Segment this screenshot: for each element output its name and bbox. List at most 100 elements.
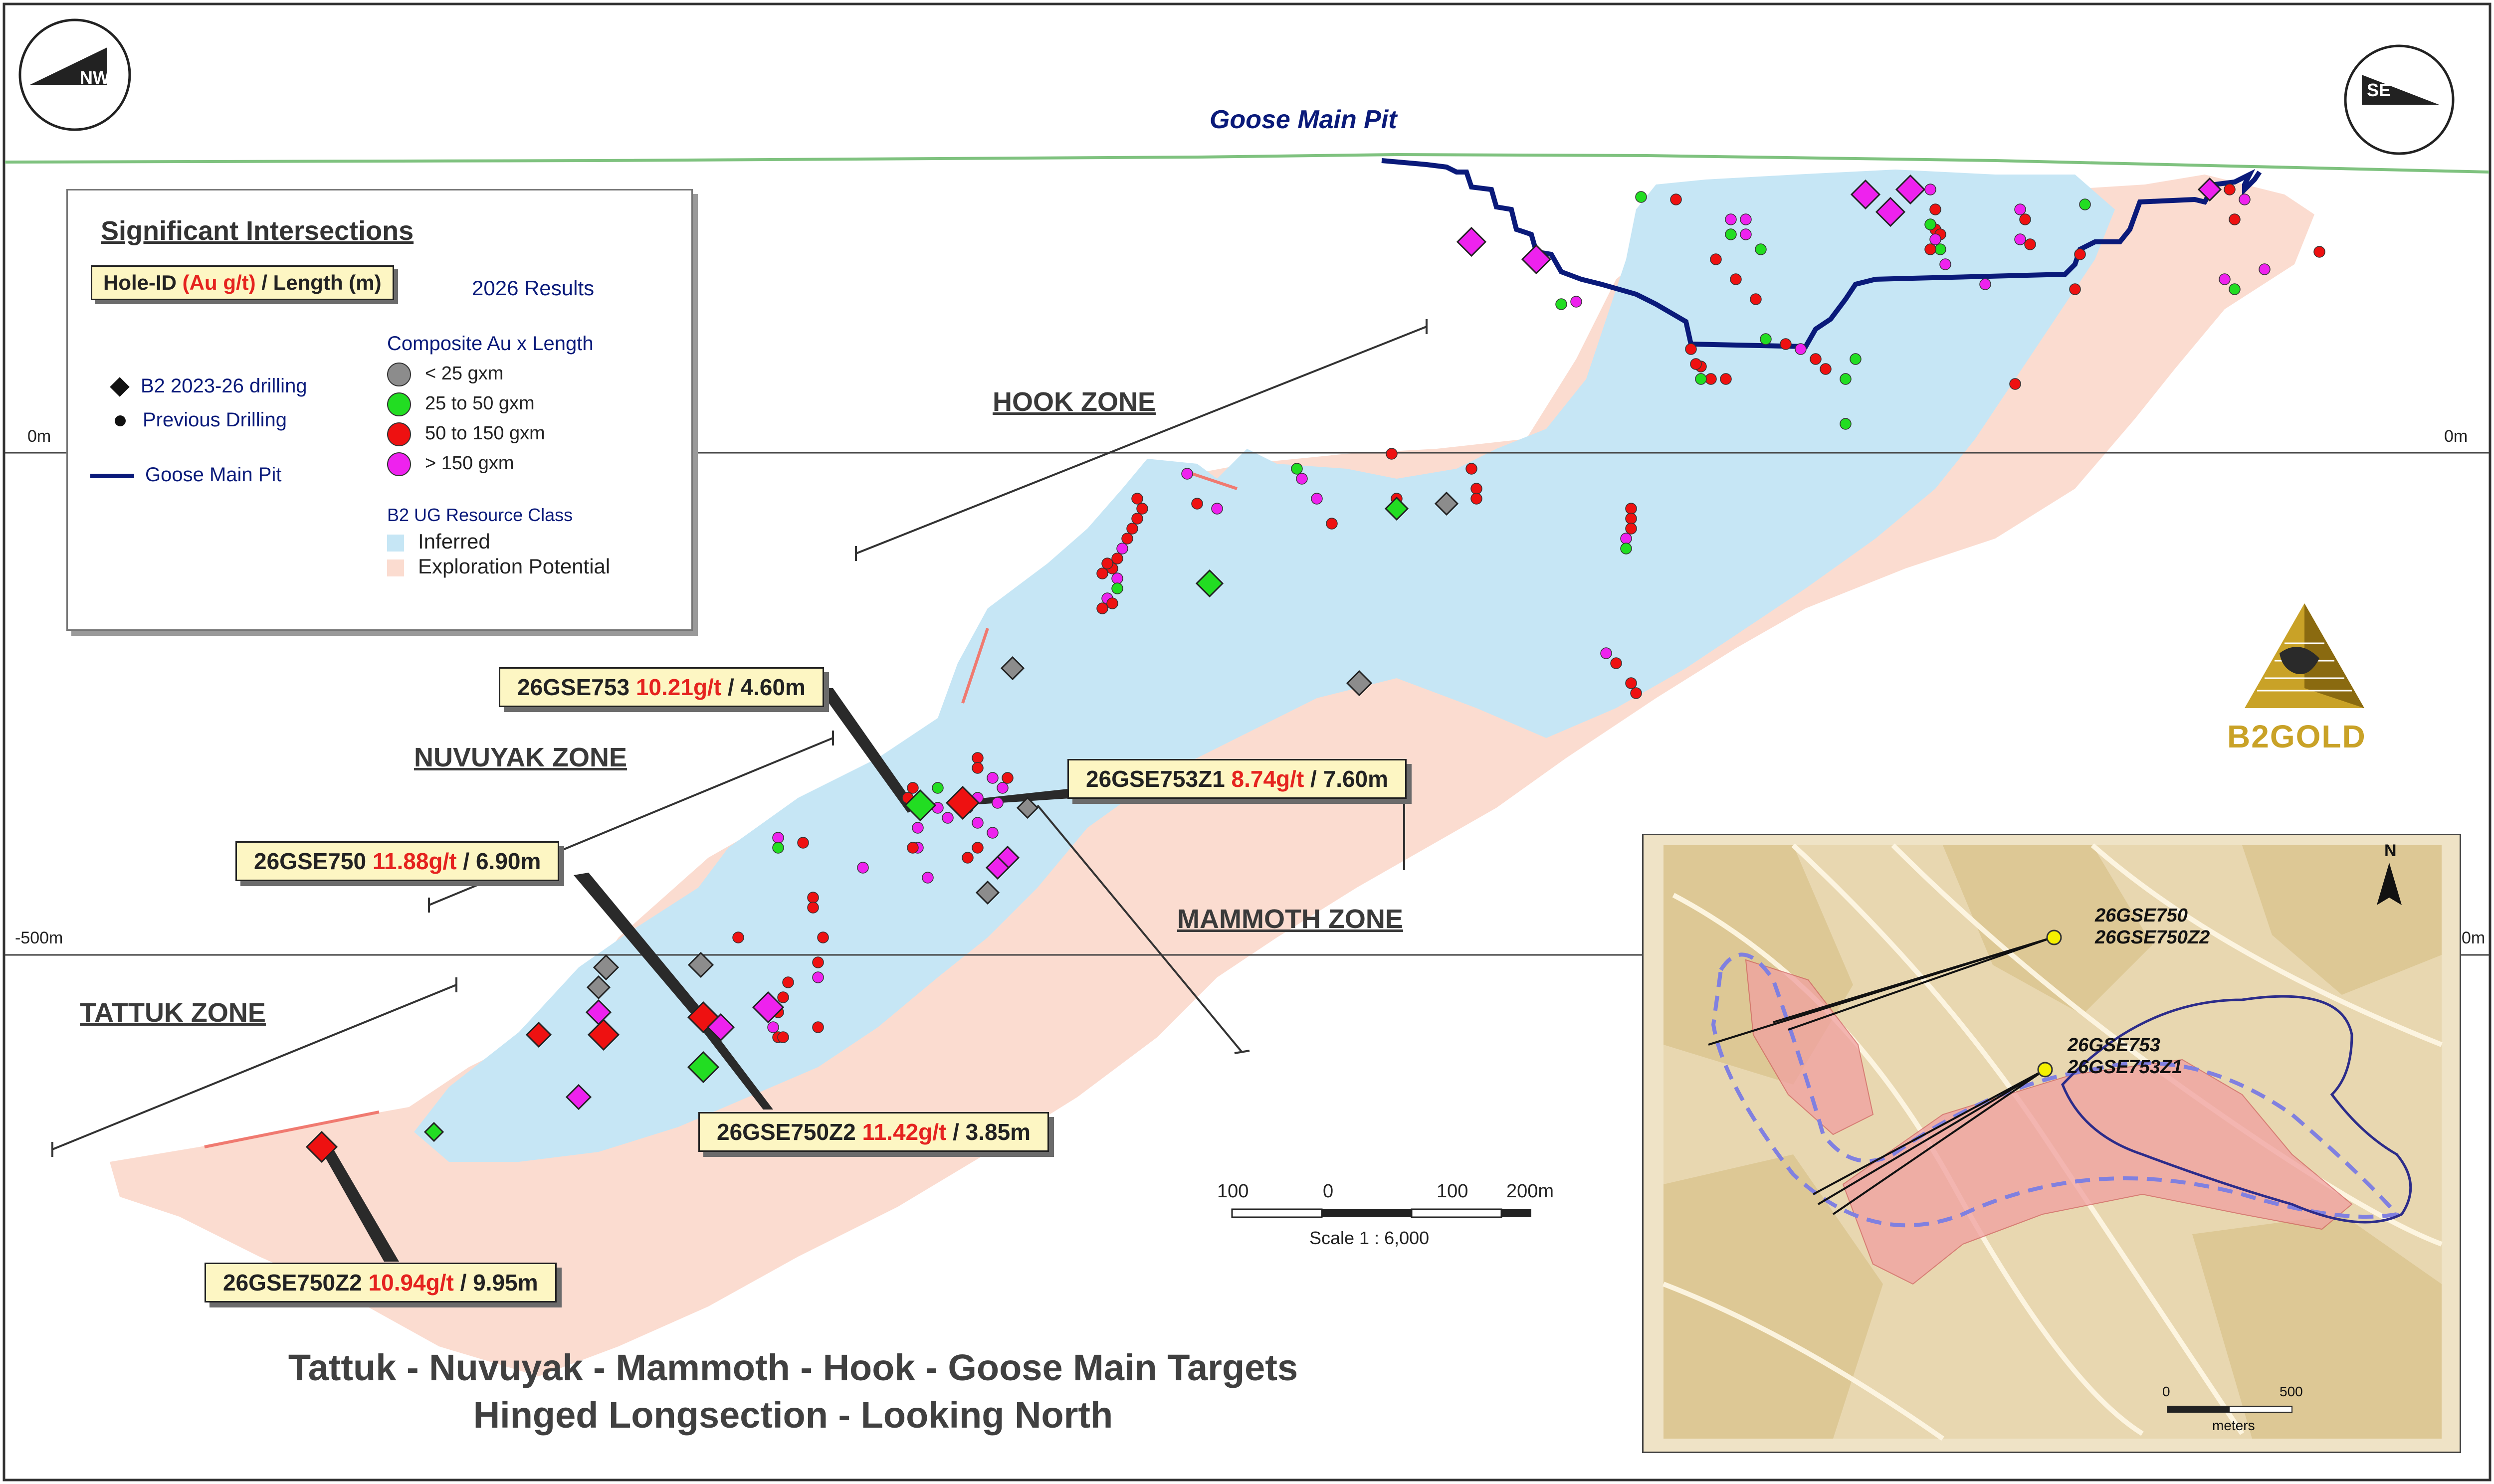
magenta-circle-icon	[387, 452, 411, 476]
drill-hole-dot	[992, 797, 1004, 809]
drill-hole-dot	[1211, 503, 1223, 515]
drill-hole-dot	[907, 782, 919, 794]
drill-hole-dot	[1600, 647, 1612, 659]
drill-hole-dot	[987, 772, 999, 784]
callout-26gse753: 26GSE753 10.21g/t / 4.60m	[499, 667, 824, 707]
drill-hole-dot	[812, 1021, 824, 1033]
drill-hole-dot	[972, 817, 984, 829]
drill-hole-dot	[1795, 343, 1807, 355]
drill-hole-dot	[812, 971, 824, 983]
drill-hole-dot	[772, 832, 784, 844]
drill-hole-dot	[1311, 493, 1323, 505]
drill-hole-dot	[1625, 523, 1637, 535]
legend-exploration: Exploration Potential	[387, 555, 610, 578]
legend-resource-title: B2 UG Resource Class	[387, 505, 573, 525]
green-circle-icon	[387, 392, 411, 416]
legend-results-year: 2026 Results	[472, 276, 595, 300]
drill-hole-dot	[1924, 243, 1936, 255]
drill-hole-dot	[907, 842, 919, 854]
drill-hole-dot	[942, 812, 954, 824]
drill-hole-dot	[2259, 263, 2271, 275]
drill-hole-dot	[1111, 553, 1123, 564]
diamond-icon	[110, 377, 130, 397]
inset-scale-0: 0	[2162, 1384, 2170, 1399]
pit-line-icon	[90, 473, 134, 478]
drill-hole-dot	[1810, 353, 1822, 365]
drill-hole-dot	[1386, 448, 1398, 460]
depth-label-deep-left: -500m	[15, 928, 63, 947]
drill-hole-dot	[1470, 493, 1482, 505]
drill-hole-dot	[1625, 503, 1637, 515]
drill-hole-dot	[2229, 213, 2241, 225]
compass-nw	[18, 18, 131, 131]
zone-mammoth: MAMMOTH ZONE	[1177, 904, 1403, 934]
drill-hole-dot	[1840, 418, 1852, 430]
drill-hole-dot	[1670, 193, 1682, 205]
drill-hole-dot	[857, 862, 869, 874]
legend-composite-lt25: < 25 gxm	[387, 363, 503, 386]
drill-hole-dot	[2019, 213, 2031, 225]
drill-hole-dot	[1191, 498, 1203, 510]
drill-hole-dot	[817, 931, 829, 943]
inset-canvas	[1644, 835, 2460, 1452]
drill-hole-dot	[1096, 567, 1108, 579]
legend-format-hole: Hole-ID	[103, 271, 177, 294]
inset-label-26gse750: 26GSE750	[2095, 905, 2188, 926]
topography-line	[4, 153, 2490, 174]
compass-se-label: SE	[2367, 80, 2391, 100]
drill-hole-dot	[772, 842, 784, 854]
b2-drill-diamond	[1521, 244, 1552, 275]
longsection-map: NW SE Goose Main Pit 0m 0m -500m 0m HOOK…	[0, 0, 2494, 1484]
drill-hole-dot	[782, 976, 794, 988]
drill-hole-dot	[1296, 473, 1308, 485]
red-circle-icon	[387, 422, 411, 446]
legend-format-sep: / Length (m)	[261, 271, 382, 294]
drill-hole-dot	[1111, 582, 1123, 594]
inset-label-26gse753z1: 26GSE753Z1	[2068, 1057, 2183, 1078]
scale-text: Scale 1 : 6,000	[1309, 1228, 1430, 1248]
drill-hole-dot	[1470, 483, 1482, 495]
drill-hole-dot	[1131, 493, 1143, 505]
pit-label: Goose Main Pit	[1210, 105, 1397, 134]
inset-plan-map: N 26GSE750 26GSE750Z2 26GSE753 26GSE753Z…	[1642, 834, 2461, 1453]
inset-north-label: N	[2384, 841, 2397, 860]
drill-hole-dot	[1685, 343, 1697, 355]
drill-hole-dot	[1750, 293, 1762, 305]
drill-hole-dot	[1820, 363, 1832, 375]
drill-hole-dot	[1610, 657, 1622, 669]
inferred-swatch-icon	[387, 534, 404, 552]
drill-hole-dot	[1924, 184, 1936, 195]
zone-hook: HOOK ZONE	[993, 387, 1156, 417]
title-line-2: Hinged Longsection - Looking North	[473, 1394, 1113, 1436]
b2-drill-diamond	[1456, 226, 1487, 257]
drill-hole-dot	[2079, 198, 2091, 210]
drill-hole-dot	[972, 752, 984, 764]
compass-se	[2344, 44, 2455, 155]
drill-hole-dot	[812, 956, 824, 968]
drill-hole-dot	[1705, 373, 1717, 385]
legend-title: Significant Intersections	[101, 216, 414, 246]
drill-hole-dot	[777, 991, 789, 1003]
drill-hole-dot	[1570, 296, 1582, 308]
inset-scale-unit: meters	[2212, 1418, 2255, 1433]
zone-tattuk: TATTUK ZONE	[80, 998, 266, 1028]
drill-hole-dot	[2014, 233, 2026, 245]
drill-hole-dot	[1924, 218, 1936, 230]
drill-hole-dot	[2069, 283, 2081, 295]
legend-composite-gt150: > 150 gxm	[387, 452, 514, 476]
drill-hole-dot	[1096, 602, 1108, 614]
drill-hole-dot	[912, 822, 924, 834]
b2gold-logo-icon	[2245, 603, 2364, 708]
drill-hole-dot	[962, 852, 974, 864]
drill-hole-dot	[2074, 248, 2086, 260]
drill-hole-dot	[1625, 677, 1637, 689]
drill-hole-dot	[777, 1031, 789, 1043]
drill-hole-dot	[1695, 373, 1707, 385]
callout-26gse750z2-b: 26GSE750Z2 10.94g/t / 9.95m	[205, 1263, 557, 1302]
title-line-1: Tattuk - Nuvuyak - Mammoth - Hook - Goos…	[288, 1347, 1298, 1388]
drill-hole-dot	[1740, 228, 1752, 240]
drill-hole-dot	[797, 837, 809, 849]
drill-hole-dot	[2313, 246, 2325, 258]
zone-nuvuyak: NUVUYAK ZONE	[414, 742, 627, 772]
callout-26gse750z2-a: 26GSE750Z2 11.42g/t / 3.85m	[698, 1112, 1049, 1152]
